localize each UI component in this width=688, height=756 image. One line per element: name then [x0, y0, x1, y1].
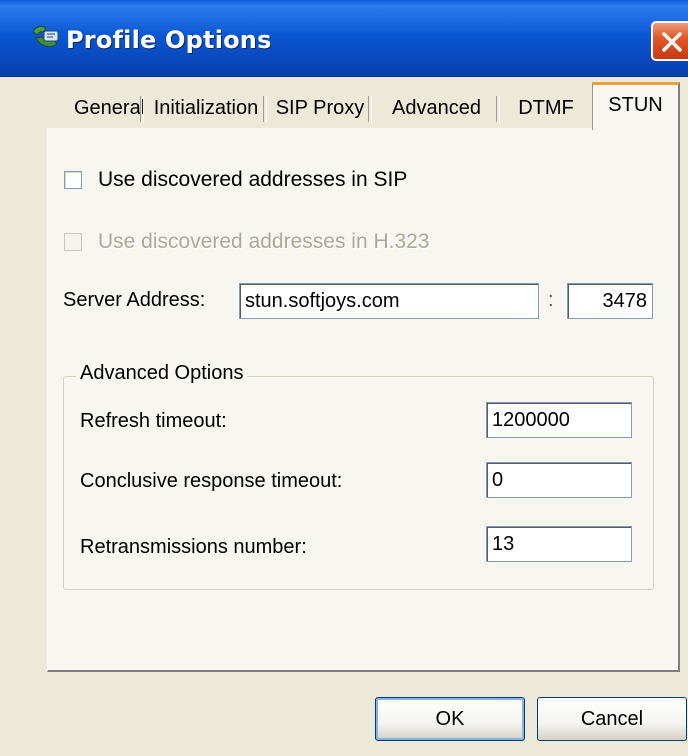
title-bar[interactable]: Profile Options — [0, 0, 688, 77]
use-h323-checkbox-row: Use discovered addresses in H.323 — [64, 230, 430, 254]
refresh-timeout-input[interactable]: 1200000 — [486, 402, 632, 438]
retransmissions-label: Retransmissions number: — [80, 536, 307, 558]
retransmissions-input[interactable]: 13 — [486, 526, 632, 562]
tab-initialization[interactable]: Initialization — [145, 90, 267, 128]
window-title: Profile Options — [66, 26, 272, 54]
ok-button[interactable]: OK — [375, 697, 525, 741]
use-sip-checkbox-row[interactable]: Use discovered addresses in SIP — [64, 168, 407, 192]
use-h323-checkbox — [64, 233, 82, 251]
tab-advanced[interactable]: Advanced — [373, 90, 500, 128]
use-sip-checkbox[interactable] — [64, 171, 82, 189]
close-icon — [662, 32, 682, 52]
cancel-button[interactable]: Cancel — [537, 697, 687, 741]
conclusive-timeout-label: Conclusive response timeout: — [80, 470, 343, 492]
tab-label: Advanced — [392, 97, 481, 119]
tab-label: General — [74, 97, 146, 119]
close-button[interactable] — [651, 21, 688, 61]
tab-general[interactable]: General — [74, 90, 146, 128]
tab-dtmf[interactable]: DTMF — [501, 90, 591, 128]
advanced-options-title: Advanced Options — [76, 362, 248, 385]
port-input[interactable]: 3478 — [567, 283, 653, 319]
refresh-timeout-label: Refresh timeout: — [80, 410, 227, 432]
tab-sip-proxy[interactable]: SIP Proxy — [268, 90, 372, 128]
tab-label: STUN — [608, 94, 663, 116]
tab-label: Initialization — [153, 97, 259, 119]
tab-stun[interactable]: STUN — [592, 82, 680, 130]
use-sip-label: Use discovered addresses in SIP — [98, 168, 408, 191]
tab-strip: General Initialization SIP Proxy Advance… — [0, 76, 688, 132]
server-address-input[interactable]: stun.softjoys.com — [239, 283, 539, 319]
port-separator: : — [548, 289, 554, 311]
phone-icon — [32, 25, 59, 47]
server-address-label: Server Address: — [63, 289, 206, 311]
profile-options-dialog: Profile Options General Initialization S… — [0, 0, 688, 756]
tab-label: DTMF — [518, 97, 574, 119]
conclusive-timeout-input[interactable]: 0 — [486, 462, 632, 498]
tab-label: SIP Proxy — [275, 97, 365, 119]
use-h323-label: Use discovered addresses in H.323 — [98, 230, 430, 253]
